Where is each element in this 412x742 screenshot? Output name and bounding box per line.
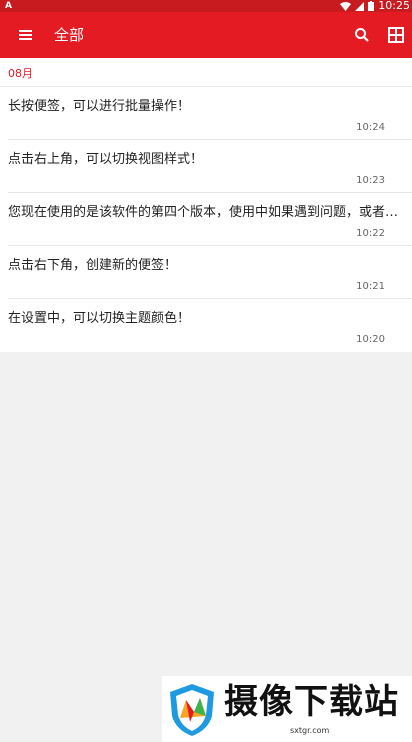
month-header: 08月 — [0, 58, 412, 87]
page-title: 全部 — [54, 26, 85, 44]
note-item[interactable]: 点击右下角，创建新的便签！ 10:21 — [8, 246, 412, 299]
battery-icon — [368, 1, 375, 11]
search-icon[interactable] — [352, 25, 372, 45]
note-text: 点击右下角，创建新的便签！ — [8, 258, 178, 273]
status-bar: A 10:25 — [0, 0, 412, 12]
note-item[interactable]: 长按便签，可以进行批量操作！ 10:24 — [8, 87, 412, 140]
watermark: 摄像下载站 sxtgr.com — [162, 676, 412, 742]
note-list: 08月 长按便签，可以进行批量操作！ 10:24 点击右上角，可以切换视图样式！… — [0, 58, 412, 352]
note-time: 10:23 — [356, 175, 385, 186]
menu-icon[interactable] — [16, 25, 36, 45]
note-text: 您现在使用的是该软件的第四个版本，使用中如果遇到问题，或者有... — [8, 205, 406, 220]
note-time: 10:21 — [356, 281, 385, 292]
note-item[interactable]: 您现在使用的是该软件的第四个版本，使用中如果遇到问题，或者有... 10:22 — [8, 193, 412, 246]
note-item[interactable]: 点击右上角，可以切换视图样式！ 10:23 — [8, 140, 412, 193]
note-item[interactable]: 在设置中，可以切换主题颜色！ 10:20 — [8, 299, 412, 352]
status-icons: 10:25 — [340, 0, 410, 12]
wifi-icon — [340, 1, 352, 11]
note-time: 10:20 — [356, 334, 385, 345]
note-text: 长按便签，可以进行批量操作！ — [8, 99, 191, 114]
app-toolbar: 全部 — [0, 12, 412, 58]
status-time: 10:25 — [378, 0, 410, 12]
note-text: 点击右上角，可以切换视图样式！ — [8, 152, 204, 167]
note-text: 在设置中，可以切换主题颜色！ — [8, 311, 191, 326]
note-time: 10:24 — [356, 122, 385, 133]
notification-icon: A — [5, 1, 12, 11]
signal-icon — [355, 1, 365, 11]
note-time: 10:22 — [356, 228, 385, 239]
watermark-url: sxtgr.com — [290, 726, 330, 735]
brand-logo-icon — [170, 684, 214, 736]
grid-view-icon[interactable] — [386, 25, 406, 45]
watermark-brand: 摄像下载站 — [224, 682, 399, 722]
